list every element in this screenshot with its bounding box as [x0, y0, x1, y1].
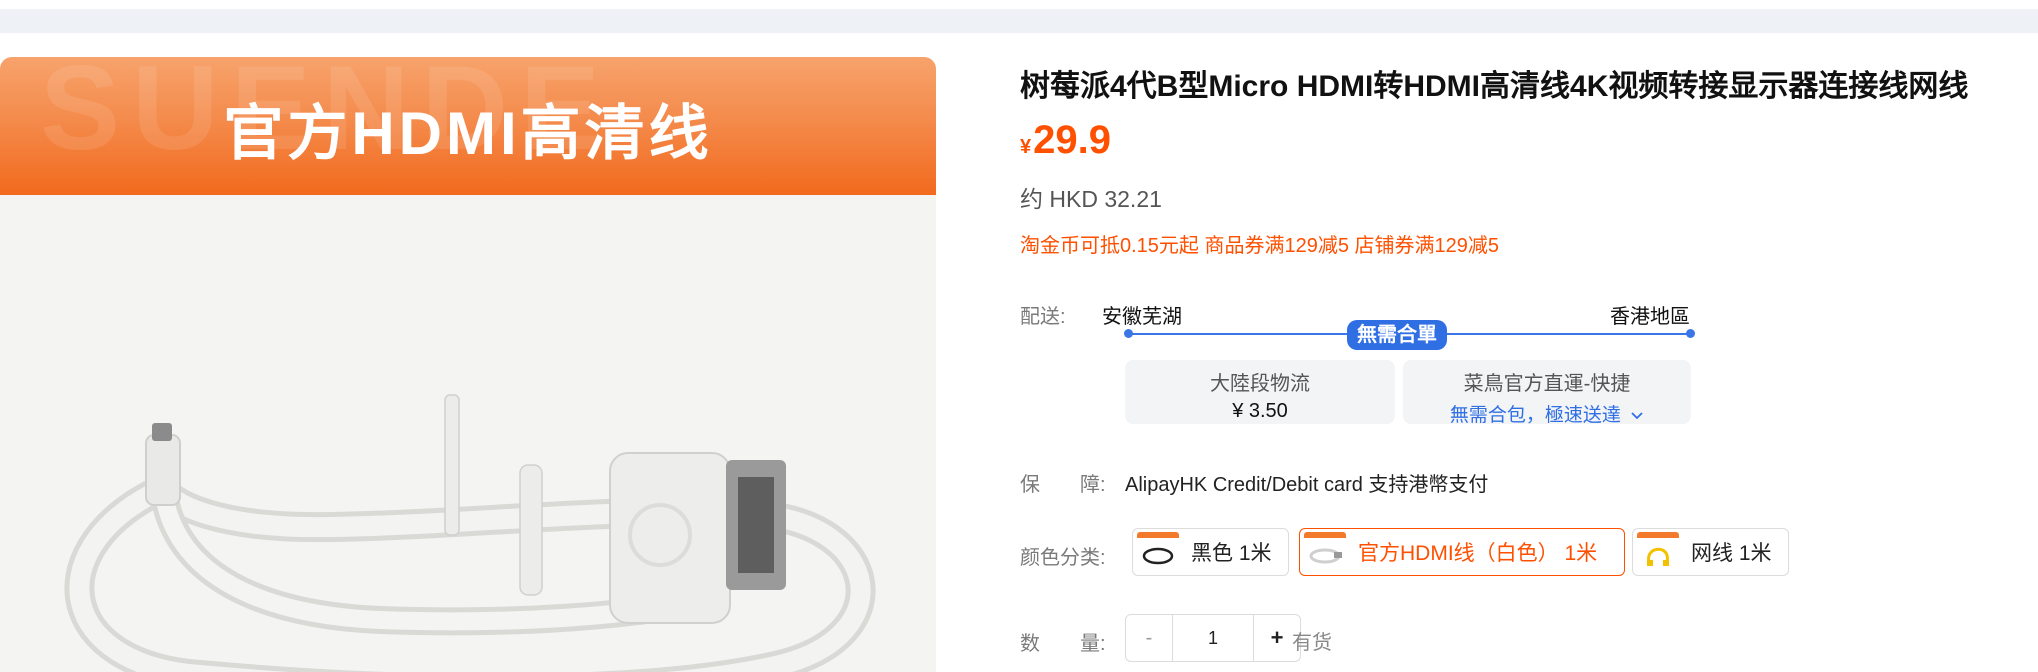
promotion-text[interactable]: 淘金币可抵0.15元起 商品券满129减5 店铺券满129减5 [1020, 229, 1499, 258]
stock-status: 有货 [1292, 632, 1332, 654]
banner-title: 官方HDMI高清线 [223, 100, 713, 167]
white-cable-thumbnail-icon [1304, 532, 1346, 572]
cainiao-shipping-title: 菜鳥官方直運-快捷 [1463, 373, 1631, 395]
no-merge-badge: 無需合單 [1347, 320, 1447, 350]
mainland-logistics-fee: ¥ 3.50 [1232, 400, 1288, 422]
mainland-logistics-title: 大陸段物流 [1210, 373, 1310, 395]
variant-label: 黑色 1米 [1191, 542, 1272, 565]
route-end-dot [1686, 329, 1695, 338]
product-title: 树莓派4代B型Micro HDMI转HDMI高清线4K视频转接显示器连接线网线 [1020, 70, 1969, 103]
ship-to: 香港地區 [1610, 306, 1690, 328]
black-cable-thumbnail-icon [1137, 532, 1179, 572]
mainland-logistics-card: 大陸段物流 ¥ 3.50 [1125, 360, 1395, 424]
guarantee-label: 保 障: [1020, 474, 1106, 496]
variant-label: 官方HDMI线（白色） 1米 [1358, 542, 1598, 565]
hkd-price: 约 HKD 32.21 [1020, 186, 1162, 212]
chevron-down-icon [1631, 412, 1643, 420]
quantity-input[interactable]: 1 [1172, 615, 1254, 661]
quantity-decrease-button[interactable]: - [1126, 615, 1172, 661]
cainiao-shipping-detail-text: 無需合包，極速送達 [1449, 405, 1621, 426]
cainiao-shipping-detail[interactable]: 無需合包，極速送達 [1403, 400, 1691, 427]
product-main-image[interactable]: SUENDE 官方HDMI高清线 [0, 57, 936, 672]
quantity-stepper: - 1 + [1125, 614, 1301, 662]
yellow-cable-thumbnail-icon [1637, 532, 1679, 572]
product-info-panel: 树莓派4代B型Micro HDMI转HDMI高清线4K视频转接显示器连接线网线 … [1020, 0, 2038, 672]
product-price: ¥29.9 [1020, 118, 1111, 163]
variant-label: 网线 1米 [1691, 542, 1772, 565]
route-start-dot [1124, 329, 1133, 338]
image-banner: SUENDE 官方HDMI高清线 [0, 57, 936, 195]
quantity-label: 数 量: [1020, 633, 1106, 655]
currency-symbol: ¥ [1020, 136, 1032, 158]
color-category-label: 颜色分类: [1020, 547, 1106, 569]
hdmi-cable-illustration [64, 394, 876, 672]
cainiao-shipping-card[interactable]: 菜鳥官方直運-快捷 無需合包，極速送達 [1403, 360, 1691, 427]
variant-network-cable-1m[interactable]: 网线 1米 [1632, 528, 1789, 576]
ship-from: 安徽芜湖 [1102, 306, 1182, 328]
shipping-label: 配送: [1020, 306, 1066, 328]
variant-official-hdmi-white-1m[interactable]: 官方HDMI线（白色） 1米 [1299, 528, 1625, 576]
price-value: 29.9 [1033, 118, 1111, 162]
guarantee-text: AlipayHK Credit/Debit card 支持港幣支付 [1125, 474, 1489, 496]
variant-black-1m[interactable]: 黑色 1米 [1132, 528, 1289, 576]
